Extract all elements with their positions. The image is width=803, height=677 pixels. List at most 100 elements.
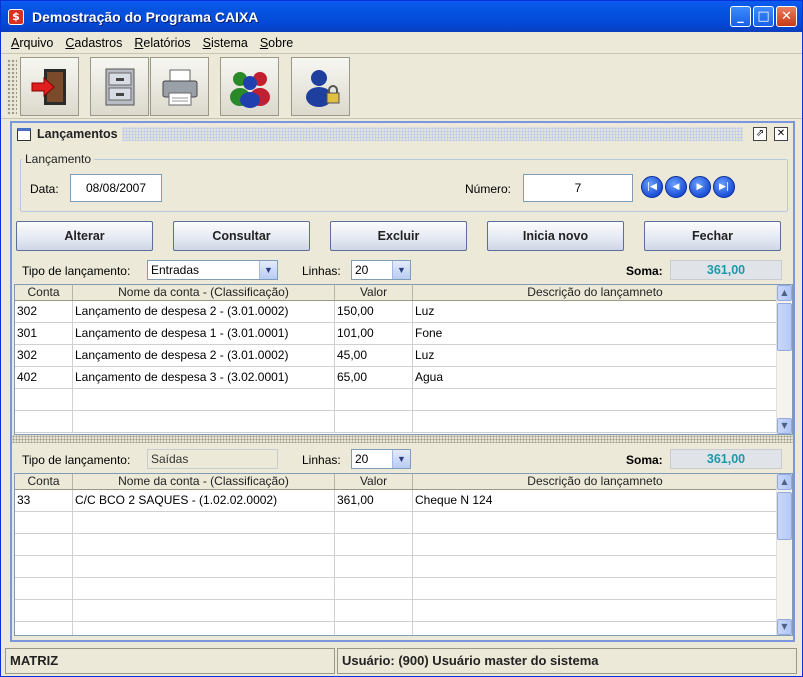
numero-field[interactable]: 7 <box>523 174 633 202</box>
table-row[interactable]: 302 Lançamento de despesa 2 - (3.01.0002)… <box>15 345 792 367</box>
chevron-down-icon[interactable]: ▼ <box>259 261 277 279</box>
cell-conta[interactable] <box>15 578 73 599</box>
cell-descricao[interactable]: Luz <box>413 301 777 322</box>
cell-descricao[interactable] <box>413 556 777 577</box>
cell-descricao[interactable] <box>413 600 777 621</box>
user-security-button[interactable] <box>291 57 350 116</box>
menu-relatorios[interactable]: Relatórios <box>128 36 196 50</box>
entradas-tipo-select[interactable]: Entradas ▼ <box>147 260 278 280</box>
cell-descricao[interactable]: Fone <box>413 323 777 344</box>
menu-sobre[interactable]: Sobre <box>254 36 299 50</box>
cell-nome-conta[interactable] <box>73 512 335 533</box>
scroll-thumb[interactable] <box>777 492 792 540</box>
cell-conta[interactable] <box>15 600 73 621</box>
next-record-icon[interactable]: ▶ <box>689 176 711 198</box>
table-row[interactable]: 302 Lançamento de despesa 2 - (3.01.0002)… <box>15 301 792 323</box>
cell-nome-conta[interactable]: Lançamento de despesa 2 - (3.01.0002) <box>73 301 335 322</box>
cell-valor[interactable] <box>335 389 413 410</box>
cell-descricao[interactable] <box>413 578 777 599</box>
maximize-button[interactable]: □ <box>753 6 774 27</box>
cell-valor[interactable]: 65,00 <box>335 367 413 388</box>
col-descricao[interactable]: Descrição do lançamneto <box>413 474 777 489</box>
cell-valor[interactable] <box>335 622 413 635</box>
toolbar-grip[interactable] <box>7 59 17 115</box>
cell-valor[interactable]: 150,00 <box>335 301 413 322</box>
cell-nome-conta[interactable]: Lançamento de despesa 2 - (3.01.0002) <box>73 345 335 366</box>
exit-button[interactable] <box>20 57 79 116</box>
table-row[interactable] <box>15 556 792 578</box>
minimize-button[interactable]: _ <box>730 6 751 27</box>
menu-sistema[interactable]: Sistema <box>197 36 254 50</box>
split-pane-divider[interactable] <box>12 435 793 443</box>
cell-descricao[interactable]: Agua <box>413 367 777 388</box>
frame-title-bar[interactable]: Lançamentos ⇗ ✕ <box>12 123 793 145</box>
cell-descricao[interactable] <box>413 534 777 555</box>
excluir-button[interactable]: Excluir <box>330 221 467 251</box>
menu-cadastros[interactable]: Cadastros <box>59 36 128 50</box>
col-conta[interactable]: Conta <box>15 474 73 489</box>
col-conta[interactable]: Conta <box>15 285 73 300</box>
table-row[interactable] <box>15 622 792 635</box>
cell-valor[interactable] <box>335 534 413 555</box>
cell-descricao[interactable]: Cheque N 124 <box>413 490 777 511</box>
cell-nome-conta[interactable] <box>73 600 335 621</box>
table-row[interactable] <box>15 600 792 622</box>
print-button[interactable] <box>150 57 209 116</box>
first-record-icon[interactable]: |◀ <box>641 176 663 198</box>
scroll-down-icon[interactable]: ▼ <box>777 418 792 434</box>
cell-conta[interactable] <box>15 411 73 432</box>
scroll-down-icon[interactable]: ▼ <box>777 619 792 635</box>
table-row[interactable] <box>15 389 792 411</box>
title-bar[interactable]: $ Demostração do Programa CAIXA _ □ ✕ <box>1 1 802 32</box>
data-field[interactable]: 08/08/2007 <box>70 174 162 202</box>
cell-conta[interactable]: 33 <box>15 490 73 511</box>
cell-nome-conta[interactable] <box>73 578 335 599</box>
scroll-up-icon[interactable]: ▲ <box>777 474 792 490</box>
cell-descricao[interactable]: Luz <box>413 345 777 366</box>
cell-conta[interactable]: 402 <box>15 367 73 388</box>
cell-valor[interactable] <box>335 600 413 621</box>
table-row[interactable]: 301 Lançamento de despesa 1 - (3.01.0001)… <box>15 323 792 345</box>
cell-nome-conta[interactable]: C/C BCO 2 SAQUES - (1.02.02.0002) <box>73 490 335 511</box>
users-button[interactable] <box>220 57 279 116</box>
cell-descricao[interactable] <box>413 411 777 432</box>
cabinet-button[interactable] <box>90 57 149 116</box>
table-row[interactable] <box>15 512 792 534</box>
cell-nome-conta[interactable] <box>73 411 335 432</box>
cell-conta[interactable] <box>15 622 73 635</box>
col-descricao[interactable]: Descrição do lançamneto <box>413 285 777 300</box>
cell-nome-conta[interactable]: Lançamento de despesa 1 - (3.01.0001) <box>73 323 335 344</box>
cell-valor[interactable]: 45,00 <box>335 345 413 366</box>
cell-valor[interactable] <box>335 512 413 533</box>
chevron-down-icon[interactable]: ▼ <box>392 261 410 279</box>
cell-valor[interactable]: 101,00 <box>335 323 413 344</box>
saidas-linhas-select[interactable]: 20 ▼ <box>351 449 411 469</box>
cell-conta[interactable]: 302 <box>15 345 73 366</box>
frame-maximize-icon[interactable]: ⇗ <box>753 127 767 141</box>
table-row[interactable]: 33 C/C BCO 2 SAQUES - (1.02.02.0002) 361,0… <box>15 490 792 512</box>
col-valor[interactable]: Valor <box>335 285 413 300</box>
cell-conta[interactable] <box>15 512 73 533</box>
col-nome-conta[interactable]: Nome da conta - (Classificação) <box>73 474 335 489</box>
cell-descricao[interactable] <box>413 622 777 635</box>
table-row[interactable] <box>15 411 792 433</box>
table-row[interactable]: 402 Lançamento de despesa 3 - (3.02.0001)… <box>15 367 792 389</box>
cell-conta[interactable] <box>15 534 73 555</box>
close-button[interactable]: ✕ <box>776 6 797 27</box>
scroll-thumb[interactable] <box>777 303 792 351</box>
cell-conta[interactable] <box>15 556 73 577</box>
scroll-up-icon[interactable]: ▲ <box>777 285 792 301</box>
cell-valor[interactable] <box>335 578 413 599</box>
chevron-down-icon[interactable]: ▼ <box>392 450 410 468</box>
cell-nome-conta[interactable] <box>73 622 335 635</box>
fechar-button[interactable]: Fechar <box>644 221 781 251</box>
saidas-vertical-scrollbar[interactable]: ▲ ▼ <box>776 474 792 635</box>
menu-arquivo[interactable]: Arquivo <box>5 36 59 50</box>
cell-nome-conta[interactable] <box>73 534 335 555</box>
cell-conta[interactable]: 302 <box>15 301 73 322</box>
last-record-icon[interactable]: ▶| <box>713 176 735 198</box>
cell-conta[interactable] <box>15 389 73 410</box>
cell-descricao[interactable] <box>413 512 777 533</box>
entradas-vertical-scrollbar[interactable]: ▲ ▼ <box>776 285 792 434</box>
cell-valor[interactable] <box>335 556 413 577</box>
